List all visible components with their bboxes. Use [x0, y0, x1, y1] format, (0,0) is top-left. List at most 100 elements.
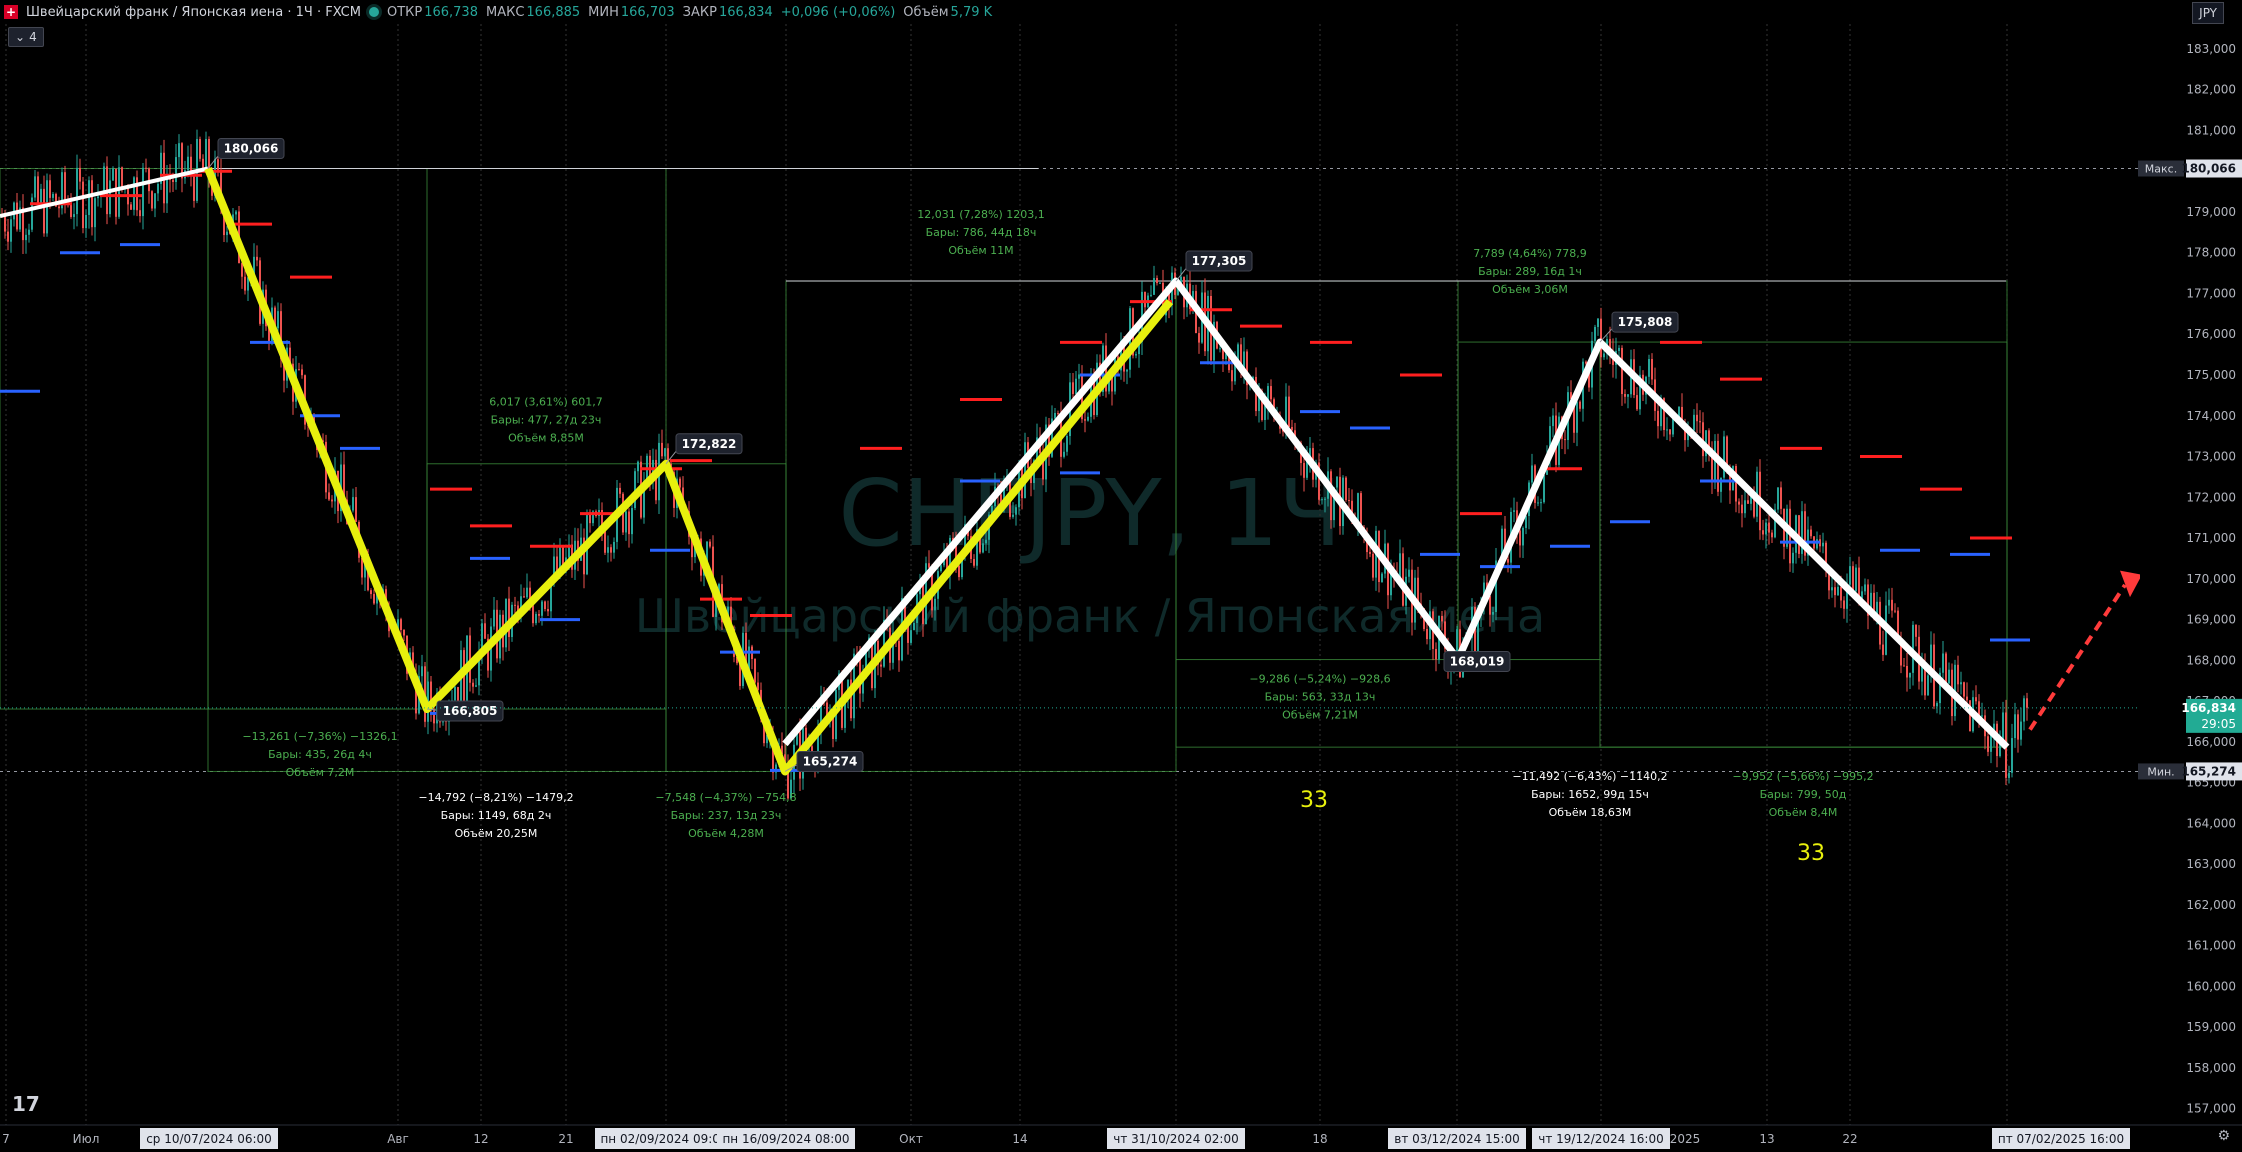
candle-body	[607, 547, 609, 553]
candle-body	[118, 167, 120, 217]
candle-body	[1063, 451, 1065, 457]
candle-body	[1816, 539, 1818, 549]
price-tick-label: 179,000	[2186, 205, 2236, 219]
candle-body	[1144, 291, 1146, 308]
price-tick-label: 160,000	[2186, 979, 2236, 993]
candle-body	[2023, 698, 2025, 722]
pivot-price-label: 177,305	[1192, 254, 1247, 268]
price-tick-label: 170,000	[2186, 572, 2236, 586]
candle-body	[43, 188, 45, 234]
tradingview-logo-icon[interactable]: 17	[12, 1092, 40, 1116]
candle-body	[1543, 474, 1545, 503]
price-tick-label: 159,000	[2186, 1020, 2236, 1034]
candle-body	[1360, 493, 1362, 528]
candle-body	[1822, 542, 1824, 547]
measurement-text: Бары: 799, 50д	[1760, 788, 1847, 801]
measurement-text: −14,792 (−8,21%) −1479,2	[418, 791, 573, 804]
candle-body	[1666, 429, 1668, 431]
measurement-text: 7,789 (4,64%) 778,9	[1473, 247, 1587, 260]
price-tick-label: 172,000	[2186, 490, 2236, 504]
price-tick-label: 168,000	[2186, 653, 2236, 667]
low-value: 166,703	[620, 4, 675, 20]
candle-body	[1153, 278, 1155, 295]
candle-body	[373, 594, 375, 604]
price-tick-label: 166,000	[2186, 735, 2236, 749]
candle-body	[880, 664, 882, 667]
price-tick-label: 169,000	[2186, 613, 2236, 627]
candle-body	[1597, 318, 1599, 327]
candle-body	[112, 168, 114, 181]
candle-body	[301, 369, 303, 376]
price-chart[interactable]: CHFJPY, 1Ч Швейцарский франк / Японская …	[0, 0, 2242, 1152]
currency-selector[interactable]: JPY	[2192, 2, 2224, 24]
candle-body	[1576, 401, 1578, 433]
pivot-price-label: 168,019	[1450, 655, 1505, 669]
candle-body	[1321, 499, 1323, 501]
candle-body	[1780, 487, 1782, 509]
max-price-tag: 180,066	[2181, 162, 2236, 176]
price-tick-label: 163,000	[2186, 857, 2236, 871]
time-highlight-label: ср 10/07/2024 06:00	[146, 1132, 272, 1146]
candle-body	[1903, 665, 1905, 667]
candle-body	[541, 601, 543, 616]
candle-body	[1840, 586, 1842, 601]
price-tick-label: 175,000	[2186, 368, 2236, 382]
candle-body	[928, 563, 930, 568]
wave-count-note: 33	[1300, 788, 1328, 813]
candle-body	[145, 167, 147, 169]
candle-body	[1855, 567, 1857, 592]
candle-body	[1657, 410, 1659, 427]
candle-body	[631, 508, 633, 535]
candle-body	[1834, 587, 1836, 596]
candle-body	[370, 590, 372, 595]
gear-icon[interactable]: ⚙	[2217, 1128, 2230, 1144]
candle-body	[1957, 664, 1959, 685]
candle-body	[1717, 440, 1719, 492]
measurement-text: Бары: 1149, 68д 2ч	[441, 809, 552, 822]
symbol-title[interactable]: Швейцарский франк / Японская иена · 1Ч ·…	[26, 5, 361, 20]
candle-body	[25, 234, 27, 241]
candle-body	[1762, 530, 1764, 535]
candle-body	[1891, 599, 1893, 611]
candle-body	[493, 609, 495, 627]
candle-body	[1435, 648, 1437, 660]
candle-body	[1540, 502, 1542, 504]
candle-body	[1126, 369, 1128, 372]
candle-body	[1936, 703, 1938, 707]
price-tick-label: 178,000	[2186, 246, 2236, 260]
candle-body	[1906, 665, 1908, 678]
volume-label: Объём	[903, 4, 949, 20]
candle-body	[4, 216, 6, 232]
candle-body	[400, 619, 402, 630]
watermark-symbol: CHFJPY, 1Ч	[838, 460, 1341, 567]
candle-body	[1648, 359, 1650, 377]
candle-body	[1198, 333, 1200, 343]
time-axis[interactable]: 7 Июл Авг 12 21 Окт 14 18 2025 13 22 ср 10/07/2024 …	[0, 1124, 2242, 1152]
candle-body	[1288, 396, 1290, 427]
candle-body	[94, 198, 96, 228]
candle-body	[16, 202, 18, 230]
candle-body	[1894, 610, 1896, 612]
price-tick-label: 158,000	[2186, 1061, 2236, 1075]
candle-body	[1771, 532, 1773, 538]
indicators-toggle-button[interactable]: ⌄ 4	[8, 27, 44, 47]
candle-body	[1525, 516, 1527, 528]
candle-body	[1156, 278, 1158, 284]
candle-body	[1519, 530, 1521, 546]
candle-body	[352, 497, 354, 511]
candle-body	[913, 622, 915, 631]
measurement-text: Объём 8,85M	[508, 432, 584, 445]
market-open-icon	[368, 7, 379, 17]
candle-body	[709, 541, 711, 547]
candle-body	[1810, 529, 1812, 537]
swiss-flag-icon	[4, 5, 18, 19]
candle-body	[1399, 553, 1401, 578]
measurement-text: Объём 11M	[948, 244, 1013, 257]
candle-body	[139, 210, 141, 217]
candle-body	[1621, 347, 1623, 395]
candle-body	[1882, 644, 1884, 655]
price-tick-label: 162,000	[2186, 898, 2236, 912]
candle-body	[526, 587, 528, 598]
open-label: ОТКР	[386, 4, 423, 20]
candle-body	[958, 565, 960, 578]
